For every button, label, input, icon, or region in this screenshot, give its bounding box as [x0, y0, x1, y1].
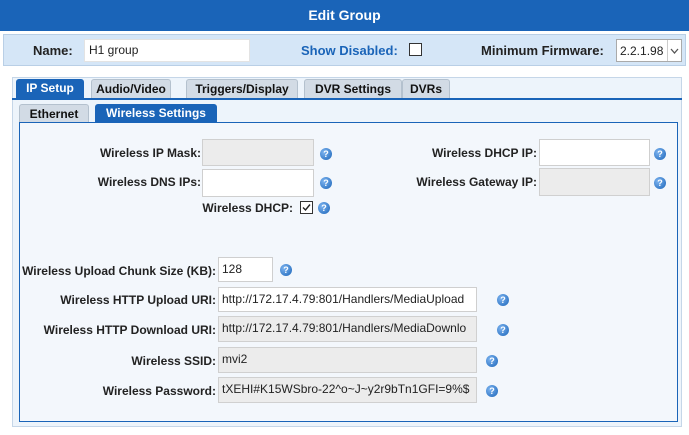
wireless-ssid-label: Wireless SSID: [131, 354, 216, 368]
name-label: Name: [33, 43, 73, 58]
wireless-dns-ips-input[interactable] [202, 169, 314, 197]
wireless-password-input[interactable]: tXEHI#K15WSbro-22^o~J~y2r9bTn1GFI=9%$ [218, 377, 477, 403]
question-help-icon[interactable]: ? [497, 294, 509, 306]
wireless-gateway-ip-label: Wireless Gateway IP: [416, 175, 537, 189]
question-help-icon[interactable]: ? [654, 148, 666, 160]
wireless-http-download-uri-label: Wireless HTTP Download URI: [43, 323, 216, 337]
wireless-http-upload-uri-input[interactable]: http://172.17.4.79:801/Handlers/MediaUpl… [218, 287, 477, 312]
tab-divider [12, 98, 682, 100]
subtab-ethernet[interactable]: Ethernet [19, 104, 89, 123]
question-help-icon[interactable]: ? [320, 148, 332, 160]
tab-dvr-settings[interactable]: DVR Settings [304, 79, 402, 98]
wireless-ip-mask-input[interactable] [202, 139, 314, 166]
wireless-dns-ips-label: Wireless DNS IPs: [97, 175, 201, 189]
question-help-icon[interactable]: ? [318, 202, 330, 214]
question-help-icon[interactable]: ? [280, 264, 292, 276]
tab-dvrs[interactable]: DVRs [402, 79, 450, 98]
wireless-upload-chunk-size-label: Wireless Upload Chunk Size (KB): [22, 264, 216, 278]
minimum-firmware-value: 2.2.1.98 [620, 44, 664, 58]
tab-triggers-display[interactable]: Triggers/Display [186, 79, 298, 98]
question-help-icon[interactable]: ? [497, 324, 509, 336]
wireless-gateway-ip-input[interactable] [539, 168, 650, 196]
question-help-icon[interactable]: ? [486, 385, 498, 397]
subtab-wireless-settings[interactable]: Wireless Settings [95, 104, 217, 123]
wireless-upload-chunk-size-input[interactable]: 128 [218, 257, 273, 282]
group-header-bar: Name: H1 group Show Disabled: Minimum Fi… [3, 34, 686, 66]
checkmark-icon [302, 204, 311, 212]
minimum-firmware-select[interactable]: 2.2.1.98 [616, 39, 682, 62]
chevron-down-icon [667, 40, 681, 61]
show-disabled-checkbox[interactable] [409, 43, 422, 56]
question-help-icon[interactable]: ? [486, 355, 498, 367]
wireless-ip-mask-label: Wireless IP Mask: [99, 146, 201, 160]
wireless-dhcp-checkbox[interactable] [300, 201, 313, 214]
name-input[interactable]: H1 group [84, 39, 250, 62]
window-title: Edit Group [0, 0, 689, 31]
tab-audio-video[interactable]: Audio/Video [91, 79, 171, 98]
wireless-password-label: Wireless Password: [102, 384, 216, 398]
show-disabled-label: Show Disabled: [301, 43, 398, 58]
question-help-icon[interactable]: ? [654, 177, 666, 189]
wireless-ssid-input[interactable]: mvi2 [218, 347, 477, 373]
minimum-firmware-label: Minimum Firmware: [481, 43, 604, 58]
wireless-dhcp-label: Wireless DHCP: [202, 201, 293, 215]
wireless-http-download-uri-input[interactable]: http://172.17.4.79:801/Handlers/MediaDow… [218, 316, 477, 342]
tab-ip-setup[interactable]: IP Setup [16, 79, 84, 98]
wireless-http-upload-uri-label: Wireless HTTP Upload URI: [60, 293, 216, 307]
wireless-dhcp-ip-input[interactable] [539, 139, 650, 166]
question-help-icon[interactable]: ? [320, 177, 332, 189]
wireless-dhcp-ip-label: Wireless DHCP IP: [431, 146, 537, 160]
